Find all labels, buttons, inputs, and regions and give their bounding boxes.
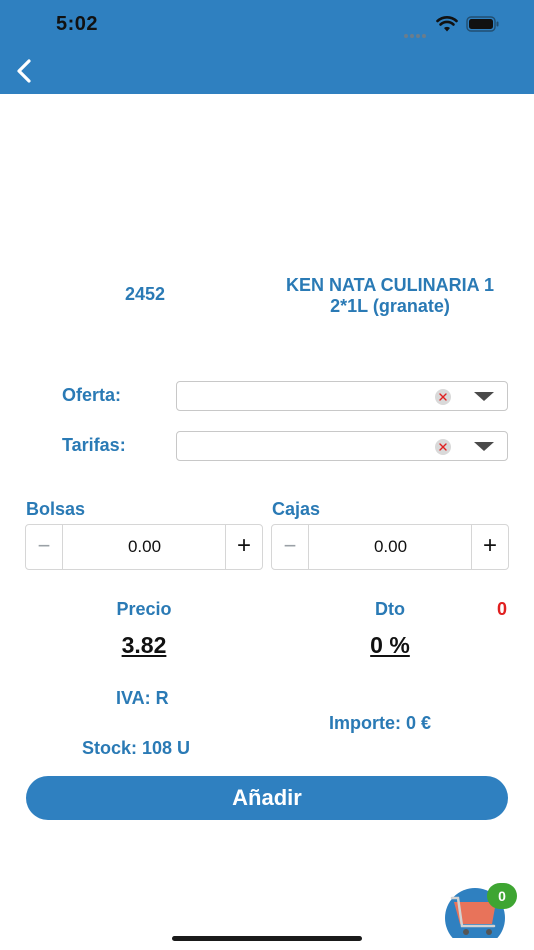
dto-value[interactable]: 0 % <box>340 632 440 659</box>
chevron-down-icon[interactable] <box>473 391 495 403</box>
dto-count: 0 <box>496 599 507 619</box>
cajas-increment-button[interactable]: + <box>471 525 508 569</box>
product-code: 2452 <box>124 284 166 304</box>
cart-count-badge: 0 <box>487 883 517 909</box>
cajas-decrement-button[interactable]: − <box>272 525 309 569</box>
oferta-label: Oferta: <box>62 385 122 405</box>
signal-icon <box>404 25 428 38</box>
cajas-quantity-input[interactable]: 0.00 <box>309 525 472 569</box>
clear-icon[interactable] <box>435 439 451 455</box>
add-button[interactable]: Añadir <box>26 776 508 820</box>
importe-text: Importe: 0 € <box>329 713 432 733</box>
tarifas-label: Tarifas: <box>62 435 126 455</box>
bolsas-label: Bolsas <box>26 499 86 519</box>
product-name: KEN NATA CULINARIA 1 2*1L (granate) <box>286 275 494 316</box>
battery-icon <box>466 16 499 32</box>
dto-label: Dto <box>375 599 405 619</box>
oferta-select[interactable] <box>176 381 508 411</box>
status-time: 5:02 <box>56 13 99 35</box>
bolsas-quantity-input[interactable]: 0.00 <box>63 525 226 569</box>
cajas-label: Cajas <box>272 499 321 519</box>
chevron-down-icon[interactable] <box>473 441 495 453</box>
stock-text: Stock: 108 U <box>82 738 191 758</box>
clear-icon[interactable] <box>435 389 451 405</box>
wifi-icon <box>436 16 458 32</box>
iva-text: IVA: R <box>116 688 169 708</box>
top-bar: 5:02 <box>0 0 534 94</box>
precio-label: Precio <box>116 599 172 619</box>
bolsas-stepper: − 0.00 + <box>25 524 263 570</box>
cajas-stepper: − 0.00 + <box>271 524 509 570</box>
bolsas-decrement-button[interactable]: − <box>26 525 63 569</box>
tarifas-select[interactable] <box>176 431 508 461</box>
home-indicator <box>172 936 362 941</box>
precio-value[interactable]: 3.82 <box>94 632 194 659</box>
bolsas-increment-button[interactable]: + <box>225 525 262 569</box>
back-button[interactable] <box>12 56 38 86</box>
